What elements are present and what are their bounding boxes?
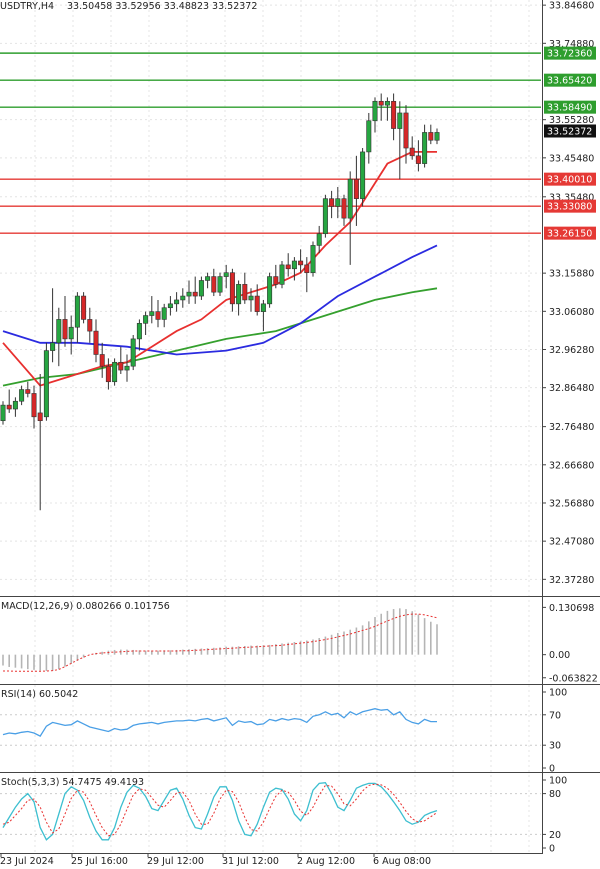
price-tick-label: 33.15880: [549, 269, 594, 280]
stoch-label: Stoch(5,3,3) 54.7475 49.4193: [1, 777, 144, 788]
level-label: 33.33080: [547, 202, 592, 213]
chart-header: USDTRY,H4 33.50458 33.52956 33.48823 33.…: [0, 1, 257, 12]
panel-tick-label: 20: [549, 830, 561, 841]
candle[interactable]: [322, 194, 328, 238]
price-tick-label: 32.37280: [549, 575, 594, 586]
candle[interactable]: [360, 148, 366, 207]
candle[interactable]: [310, 241, 316, 277]
time-tick-label: 29 Jul 12:00: [147, 856, 204, 867]
level-label: 33.26150: [547, 229, 592, 240]
candle[interactable]: [112, 358, 118, 386]
candle[interactable]: [43, 342, 49, 421]
chart-background: [0, 0, 600, 869]
panel-tick-label: 0: [549, 844, 555, 855]
macd-label: MACD(12,26,9) 0.080266 0.101756: [1, 601, 170, 612]
price-tick-label: 32.96280: [549, 345, 594, 356]
panel-tick-label: 0.00: [549, 650, 570, 661]
price-tick-label: 33.45480: [549, 153, 594, 164]
current-price-tag: 33.52372: [544, 124, 596, 138]
panel-tick-label: -0.063822: [549, 673, 598, 684]
level-label: 33.72360: [547, 49, 592, 60]
ohlc-label: 33.50458 33.52956 33.48823 33.52372: [67, 1, 257, 12]
time-tick-label: 6 Aug 08:00: [373, 856, 431, 867]
level-label: 33.40010: [547, 175, 592, 186]
candle[interactable]: [267, 272, 273, 308]
candle[interactable]: [81, 292, 87, 324]
panel-tick-label: 70: [549, 710, 561, 721]
price-chart[interactable]: 0.1306980.00-0.0638221007030010080200 33…: [0, 0, 600, 869]
price-tick-label: 32.66680: [549, 460, 594, 471]
price-tick-label: 32.47080: [549, 537, 594, 548]
panel-tick-label: 30: [549, 741, 561, 752]
level-label: 33.65420: [547, 76, 592, 87]
price-tick-label: 33.06080: [549, 307, 594, 318]
panel-tick-label: 100: [549, 776, 567, 787]
price-tick-label: 33.84680: [549, 1, 594, 12]
panel-tick-label: 0.130698: [549, 603, 594, 614]
price-tick-label: 32.86480: [549, 383, 594, 394]
rsi-label: RSI(14) 60.5042: [1, 689, 78, 700]
time-tick-label: 23 Jul 2024: [0, 856, 54, 867]
candle[interactable]: [279, 260, 285, 289]
price-tick-label: 32.56880: [549, 498, 594, 509]
time-tick-label: 25 Jul 16:00: [71, 856, 128, 867]
price-tick-label: 32.76480: [549, 422, 594, 433]
time-tick-label: 31 Jul 12:00: [222, 856, 279, 867]
panel-tick-label: 80: [549, 789, 561, 800]
symbol-label: USDTRY,H4: [0, 1, 54, 12]
time-tick-label: 2 Aug 12:00: [297, 856, 355, 867]
current-price-label: 33.52372: [547, 126, 592, 137]
panel-tick-label: 100: [549, 688, 567, 699]
level-label: 33.58490: [547, 103, 592, 114]
candle[interactable]: [130, 335, 136, 371]
